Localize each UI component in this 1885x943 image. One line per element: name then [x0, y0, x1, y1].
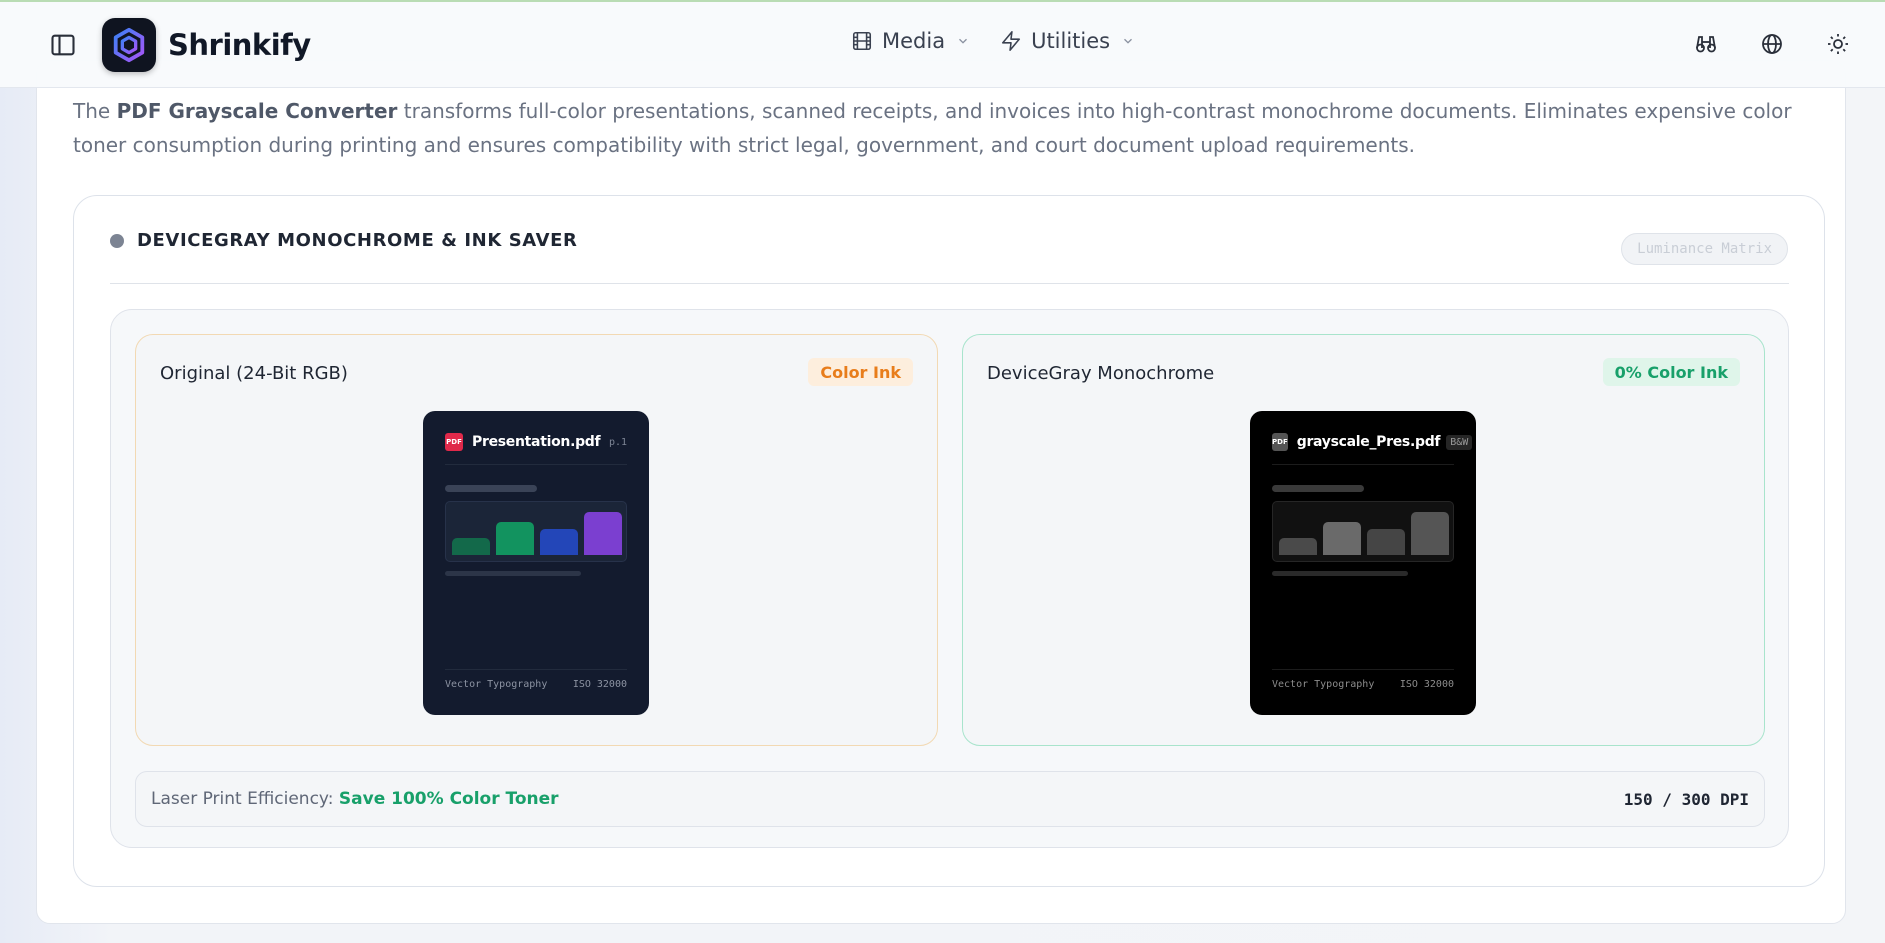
page-tag: p.1 — [608, 436, 627, 448]
grayscale-panel-title: DeviceGray Monochrome — [987, 363, 1215, 384]
grayscale-panel: DeviceGray Monochrome 0% Color Ink PDF g… — [962, 334, 1765, 746]
footer-typography: Vector Typography — [445, 679, 548, 690]
chart-bar — [1279, 538, 1317, 555]
doc-divider — [1272, 464, 1454, 465]
tool-title: DEVICEGRAY MONOCHROME & INK SAVER — [137, 230, 578, 251]
footer-typography: Vector Typography — [1272, 679, 1375, 690]
chart-bar — [452, 538, 490, 555]
text-placeholder — [445, 571, 581, 576]
binoculars-icon — [1696, 36, 1716, 53]
luminance-matrix-badge: Luminance Matrix — [1621, 233, 1788, 265]
text-placeholder — [1272, 571, 1408, 576]
chart-bar — [584, 512, 622, 555]
nav-media-label: Media — [882, 29, 946, 53]
nav-media[interactable]: Media — [851, 29, 970, 53]
document-name: Presentation.pdf — [472, 434, 601, 450]
dpi-readout: 150 / 300 DPI — [1623, 790, 1749, 809]
original-panel-title: Original (24-Bit RGB) — [160, 363, 348, 384]
globe-icon — [1762, 34, 1782, 54]
film-icon — [852, 31, 872, 51]
search-compare-button[interactable] — [1692, 30, 1720, 58]
sidebar-toggle-button[interactable] — [46, 28, 80, 62]
chart-bar — [1411, 512, 1449, 555]
efficiency-label: Laser Print Efficiency: — [151, 789, 339, 809]
intro-tool-name: PDF Grayscale Converter — [116, 99, 398, 123]
efficiency-value: Save 100% Color Toner — [338, 789, 559, 809]
grayscale-tool-card: DEVICEGRAY MONOCHROME & INK SAVER Lumina… — [73, 195, 1825, 887]
sun-icon — [1828, 34, 1848, 54]
language-button[interactable] — [1758, 30, 1786, 58]
main-nav: Media Utilities — [851, 29, 1135, 53]
chart-bar — [1323, 522, 1361, 555]
theme-toggle-button[interactable] — [1824, 30, 1852, 58]
divider — [110, 283, 1789, 284]
doc-divider — [445, 464, 627, 465]
brand-name[interactable]: Shrinkify — [168, 28, 311, 62]
efficiency-text: Laser Print Efficiency: Save 100% Color … — [151, 789, 559, 809]
chart-placeholder — [1272, 501, 1454, 562]
chart-bar — [496, 522, 534, 555]
nav-utilities-label: Utilities — [1031, 29, 1111, 53]
intro-prefix: The — [73, 99, 117, 123]
color-ink-badge: Color Ink — [808, 358, 913, 386]
original-panel: Original (24-Bit RGB) Color Ink PDF Pres… — [135, 334, 938, 746]
chevron-down-icon — [959, 38, 968, 44]
chart-bar — [1367, 529, 1405, 555]
grayscale-document-preview: PDF grayscale_Pres.pdf B&W Vector Typogr… — [1250, 411, 1476, 715]
heading-placeholder — [445, 485, 537, 492]
footer-iso: ISO 32000 — [1399, 679, 1454, 690]
logo[interactable] — [102, 18, 156, 72]
lightning-icon — [1002, 31, 1021, 51]
logo-icon — [113, 27, 145, 63]
chevron-down-icon — [1124, 38, 1133, 44]
pdf-file-icon: PDF — [445, 433, 463, 451]
footer-divider — [445, 669, 627, 670]
document-footer: Vector Typography ISO 32000 — [445, 679, 627, 690]
bw-tag: B&W — [1446, 434, 1473, 450]
app-header: Shrinkify Media Utilities — [0, 2, 1885, 88]
heading-placeholder — [1272, 485, 1364, 492]
print-efficiency-bar: Laser Print Efficiency: Save 100% Color … — [135, 771, 1765, 827]
nav-utilities[interactable]: Utilities — [1000, 29, 1135, 53]
sidebar-icon — [51, 34, 75, 56]
chart-bar — [540, 529, 578, 555]
intro-paragraph: The PDF Grayscale Converter transforms f… — [73, 94, 1833, 162]
document-footer: Vector Typography ISO 32000 — [1272, 679, 1454, 690]
chart-placeholder — [445, 501, 627, 562]
footer-iso: ISO 32000 — [572, 679, 627, 690]
status-dot — [110, 233, 124, 248]
pdf-file-icon: PDF — [1272, 433, 1288, 451]
footer-divider — [1272, 669, 1454, 670]
document-name: grayscale_Pres.pdf — [1296, 434, 1441, 450]
zero-color-ink-badge: 0% Color Ink — [1602, 358, 1740, 386]
original-document-preview: PDF Presentation.pdf p.1 Vector Typograp… — [423, 411, 649, 715]
comparison-area: Original (24-Bit RGB) Color Ink PDF Pres… — [110, 309, 1789, 848]
